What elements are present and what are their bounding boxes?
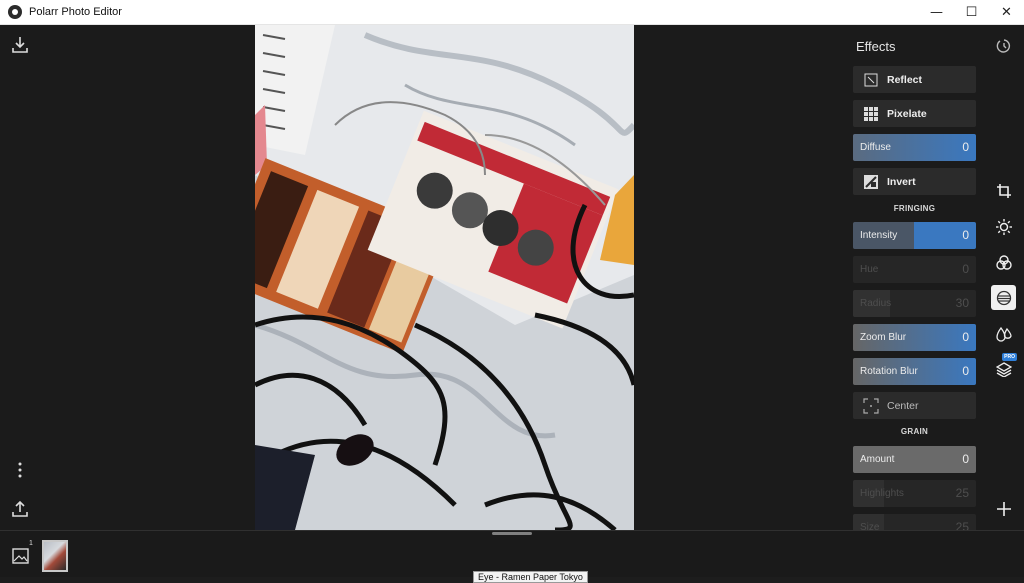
light-icon[interactable] — [991, 214, 1016, 239]
pro-badge: PRO — [1002, 353, 1017, 361]
center-icon — [863, 397, 879, 414]
reflect-button[interactable]: Reflect — [853, 66, 976, 93]
photo-thumbnail[interactable] — [42, 540, 68, 572]
invert-icon — [863, 174, 879, 190]
more-vertical-icon[interactable] — [10, 460, 30, 480]
filmstrip-bar: 1 Eye - Ramen Paper Tokyo — [0, 530, 1024, 583]
highlights-slider[interactable]: Highlights 25 — [853, 480, 976, 507]
hue-label: Hue — [860, 264, 879, 275]
intensity-value: 0 — [962, 228, 969, 242]
intensity-label: Intensity — [860, 230, 898, 241]
center-label: Center — [887, 399, 919, 412]
minimize-button[interactable]: — — [919, 0, 954, 25]
radius-label: Radius — [860, 298, 892, 309]
crop-icon[interactable] — [991, 178, 1016, 203]
polarr-logo-icon — [8, 5, 22, 19]
size-label: Size — [860, 522, 880, 530]
radius-slider[interactable]: Radius 30 — [853, 290, 976, 317]
reflect-icon — [863, 72, 879, 88]
center-button[interactable]: Center — [853, 392, 976, 419]
invert-button[interactable]: Invert — [853, 168, 976, 195]
highlights-label: Highlights — [860, 488, 904, 499]
rotation-blur-slider[interactable]: Rotation Blur 0 — [853, 358, 976, 385]
download-icon[interactable] — [10, 35, 30, 55]
pixelate-label: Pixelate — [887, 107, 927, 120]
image-count-badge: 1 — [29, 540, 33, 547]
fringing-section-title: FRINGING — [893, 204, 936, 213]
hue-slider[interactable]: Hue 0 — [853, 256, 976, 283]
add-icon[interactable] — [991, 496, 1016, 521]
color-icon[interactable] — [991, 250, 1016, 275]
window-title: Polarr Photo Editor — [29, 6, 122, 18]
layers-icon[interactable]: PRO — [991, 353, 1017, 381]
photo-canvas[interactable] — [255, 25, 634, 530]
amount-slider[interactable]: Amount 0 — [853, 446, 976, 473]
size-value: 25 — [955, 520, 969, 530]
grain-section-title: GRAIN — [900, 427, 929, 436]
effects-panel: Effects Reflect Pixelate Diffuse 0 Inver… — [846, 25, 984, 530]
diffuse-value: 0 — [962, 140, 969, 154]
window-controls: — ☐ ✕ — [919, 0, 1024, 25]
invert-label: Invert — [887, 175, 916, 188]
highlights-value: 25 — [955, 486, 969, 500]
right-toolbar: PRO — [987, 25, 1020, 530]
diffuse-label: Diffuse — [860, 142, 891, 153]
maximize-button[interactable]: ☐ — [954, 0, 989, 25]
size-slider[interactable]: Size 25 — [853, 514, 976, 530]
image-library-icon[interactable] — [12, 547, 32, 565]
share-icon[interactable] — [10, 499, 30, 519]
amount-value: 0 — [962, 452, 969, 466]
rotation-blur-value: 0 — [962, 364, 969, 378]
workspace: Effects Reflect Pixelate Diffuse 0 Inver… — [0, 25, 1024, 530]
radius-value: 30 — [955, 296, 969, 310]
hue-value: 0 — [962, 262, 969, 276]
left-toolbar — [0, 25, 40, 530]
close-button[interactable]: ✕ — [989, 0, 1024, 25]
thumbnail-tooltip: Eye - Ramen Paper Tokyo — [473, 571, 588, 583]
filmstrip-resize-handle[interactable] — [492, 532, 532, 535]
history-icon[interactable] — [991, 33, 1016, 58]
diffuse-slider[interactable]: Diffuse 0 — [853, 134, 976, 161]
zoom-blur-value: 0 — [962, 330, 969, 344]
reflect-label: Reflect — [887, 73, 923, 86]
intensity-slider[interactable]: Intensity 0 — [853, 222, 976, 249]
photo-image — [255, 25, 634, 530]
zoom-blur-label: Zoom Blur — [860, 332, 907, 343]
amount-label: Amount — [860, 454, 895, 465]
pixelate-button[interactable]: Pixelate — [853, 100, 976, 127]
panel-title: Effects — [856, 39, 896, 54]
pixelate-icon — [863, 106, 879, 122]
zoom-blur-slider[interactable]: Zoom Blur 0 — [853, 324, 976, 351]
drops-icon[interactable] — [991, 321, 1016, 346]
title-bar: Polarr Photo Editor — ☐ ✕ — [0, 0, 1024, 25]
effects-icon[interactable] — [991, 285, 1016, 310]
rotation-blur-label: Rotation Blur — [860, 366, 918, 377]
